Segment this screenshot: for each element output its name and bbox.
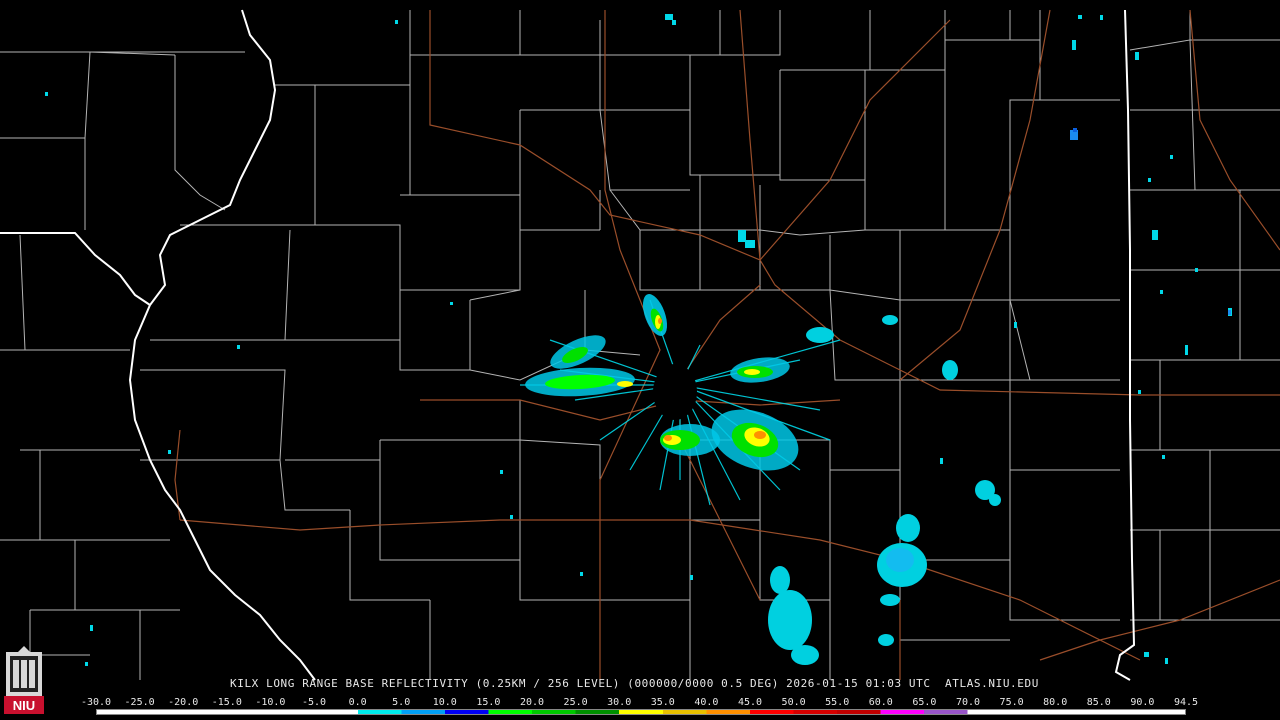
scale-label: 5.0 — [392, 697, 411, 708]
scale-label: 25.0 — [563, 697, 588, 708]
scale-label: 85.0 — [1086, 697, 1111, 708]
scale-label: 50.0 — [781, 697, 806, 708]
highways — [174, 9, 1280, 680]
scale-label: -5.0 — [301, 697, 327, 708]
scale-label: -15.0 — [211, 697, 242, 708]
scale-label: 10.0 — [432, 697, 457, 708]
scale-label: 55.0 — [825, 697, 850, 708]
scale-label: -20.0 — [168, 697, 199, 708]
scale-label: -10.0 — [255, 697, 286, 708]
scale-label: 45.0 — [737, 697, 763, 708]
scale-label: 40.0 — [694, 697, 719, 708]
scale-label: 0.0 — [348, 697, 367, 708]
scale-label: 80.0 — [1043, 697, 1068, 708]
county-boundaries — [0, 10, 1280, 680]
product-caption: KILX LONG RANGE BASE REFLECTIVITY (0.25K… — [230, 677, 1039, 690]
scale-labels: -30.0 -25.0 -20.0 -15.0 -10.0 -5.0 0.0 5.0 10.0 1… — [81, 697, 1198, 709]
scale-label: 15.0 — [476, 697, 501, 708]
scale-label: 70.0 — [955, 697, 981, 708]
scale-label: -25.0 — [124, 697, 155, 708]
central-echo — [520, 294, 841, 506]
scale-label: 75.0 — [999, 697, 1024, 708]
scale-label: 35.0 — [650, 697, 675, 708]
scale-label: 90.0 — [1130, 697, 1155, 708]
scale-label: 94.5 — [1173, 697, 1199, 708]
niu-logo-text: NIU — [13, 698, 35, 713]
scale-label: 65.0 — [912, 697, 937, 708]
reflectivity-colorbar — [96, 709, 1186, 715]
scale-label: 60.0 — [868, 697, 893, 708]
scale-label: 30.0 — [607, 697, 632, 708]
scale-label: -30.0 — [80, 697, 112, 708]
scale-label: 20.0 — [519, 697, 545, 708]
niu-logo: NIU — [4, 646, 44, 714]
radar-map — [0, 9, 1280, 681]
